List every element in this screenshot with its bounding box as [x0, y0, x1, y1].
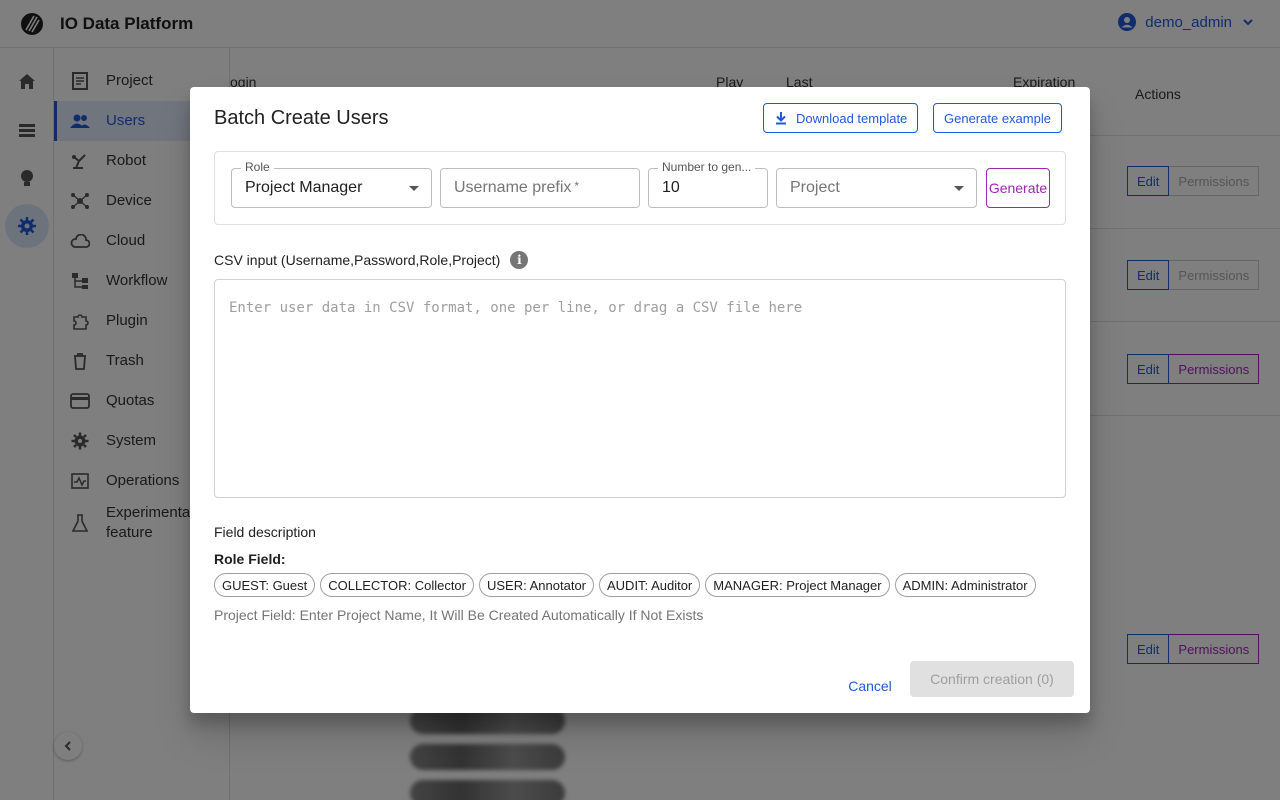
role-chips: GUEST: Guest COLLECTOR: Collector USER: …	[214, 573, 1036, 597]
role-chip: AUDIT: Auditor	[599, 573, 701, 597]
role-chip: MANAGER: Project Manager	[705, 573, 890, 597]
info-icon[interactable]: i	[510, 251, 529, 269]
role-label: Role	[241, 160, 274, 174]
role-value: Project Manager	[245, 179, 363, 196]
project-select[interactable]: Project	[776, 168, 977, 208]
field-description-title: Field description	[214, 524, 316, 540]
batch-create-dialog: Batch Create Users Download template Gen…	[190, 87, 1090, 713]
role-chip: ADMIN: Administrator	[894, 573, 1036, 597]
generate-example-button[interactable]: Generate example	[933, 103, 1062, 133]
generator-form: Role Project Manager Username prefix * Nu…	[214, 151, 1066, 225]
cancel-button[interactable]: Cancel	[838, 669, 902, 703]
role-chip: COLLECTOR: Collector	[320, 573, 474, 597]
csv-textarea[interactable]: Enter user data in CSV format, one per l…	[214, 279, 1066, 498]
role-chip: GUEST: Guest	[214, 573, 316, 597]
project-placeholder: Project	[790, 179, 840, 196]
csv-placeholder: Enter user data in CSV format, one per l…	[229, 300, 803, 316]
download-icon	[776, 112, 786, 125]
dropdown-arrow-icon	[954, 186, 964, 191]
role-chip: USER: Annotator	[479, 573, 594, 597]
role-select[interactable]: Role Project Manager	[231, 160, 432, 208]
csv-input-label: CSV input (Username,Password,Role,Projec…	[214, 251, 529, 269]
download-template-button[interactable]: Download template	[763, 103, 919, 133]
username-prefix-input[interactable]: Username prefix *	[440, 168, 640, 208]
role-field-title: Role Field:	[214, 551, 286, 567]
generate-button[interactable]: Generate	[986, 168, 1050, 208]
project-field-description: Project Field: Enter Project Name, It Wi…	[214, 607, 704, 623]
dropdown-arrow-icon	[409, 186, 419, 191]
download-template-label: Download template	[796, 110, 908, 126]
number-value: 10	[662, 179, 680, 196]
username-prefix-placeholder: Username prefix *	[454, 179, 580, 196]
confirm-creation-button[interactable]: Confirm creation (0)	[910, 661, 1074, 697]
dialog-title: Batch Create Users	[214, 107, 389, 129]
csv-label-text: CSV input (Username,Password,Role,Projec…	[214, 252, 501, 268]
generate-example-label: Generate example	[944, 110, 1051, 126]
number-label: Number to gen...	[658, 160, 756, 174]
number-input[interactable]: Number to gen... 10	[648, 160, 768, 208]
